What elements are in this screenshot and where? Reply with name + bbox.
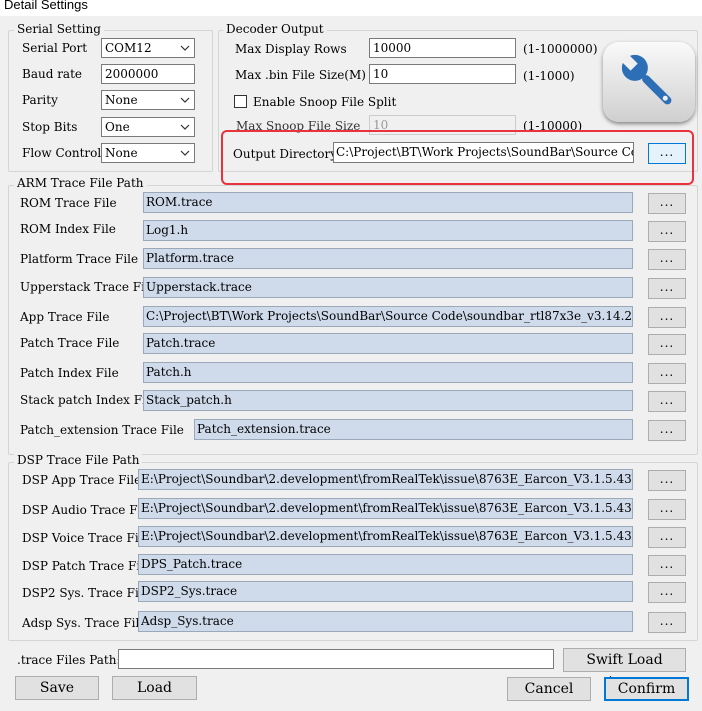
load-button[interactable]: Load <box>112 676 197 700</box>
patch-extension-trace-input[interactable]: Patch_extension.trace <box>194 419 633 440</box>
app-trace-input[interactable]: C:\Project\BT\Work Projects\SoundBar\Sou… <box>143 306 633 327</box>
flow-control-value: None <box>105 146 138 160</box>
baud-rate-input[interactable]: 2000000 <box>101 64 195 84</box>
adsp-sys-trace-label: Adsp Sys. Trace File <box>22 616 147 630</box>
dsp2-sys-trace-input[interactable]: DSP2_Sys.trace <box>138 581 633 602</box>
app-trace-label: App Trace File <box>20 310 110 324</box>
stack-patch-index-browse-button[interactable]: ... <box>648 391 686 412</box>
serial-port-value: COM12 <box>105 41 152 55</box>
dsp-app-trace-browse-button[interactable]: ... <box>648 470 686 491</box>
patch-trace-input[interactable]: Patch.trace <box>143 333 633 354</box>
dsp-audio-trace-label: DSP Audio Trace File <box>22 503 153 517</box>
title-bar <box>0 0 702 16</box>
baud-rate-label: Baud rate <box>22 67 83 81</box>
serial-setting-title: Serial Setting <box>14 22 104 36</box>
adsp-sys-trace-input[interactable]: Adsp_Sys.trace <box>138 611 633 632</box>
patch-trace-browse-button[interactable]: ... <box>648 334 686 355</box>
swift-load-button[interactable]: Swift Load .trace <box>563 648 686 690</box>
stack-patch-index-label: Stack patch Index File <box>20 393 157 407</box>
dsp-audio-trace-browse-button[interactable]: ... <box>648 499 686 520</box>
upperstack-trace-label: Upperstack Trace File <box>20 280 156 294</box>
dsp-app-trace-input[interactable]: E:\Project\Soundbar\2.development\fromRe… <box>138 469 633 490</box>
app-trace-browse-button[interactable]: ... <box>648 307 686 328</box>
patch-extension-trace-browse-button[interactable]: ... <box>648 420 686 441</box>
stop-bits-value: One <box>105 120 130 134</box>
max-bin-size-range: (1-1000) <box>523 69 575 83</box>
stack-patch-index-input[interactable]: Stack_patch.h <box>143 390 633 411</box>
dsp-patch-trace-label: DSP Patch Trace File <box>22 559 152 573</box>
platform-trace-input[interactable]: Platform.trace <box>143 248 633 269</box>
dsp-patch-trace-browse-button[interactable]: ... <box>648 555 686 576</box>
platform-trace-label: Platform Trace File <box>20 252 139 266</box>
dsp2-sys-trace-browse-button[interactable]: ... <box>648 582 686 603</box>
patch-index-label: Patch Index File <box>20 366 119 380</box>
patch-index-browse-button[interactable]: ... <box>648 363 686 384</box>
chevron-down-icon <box>180 150 190 156</box>
stop-bits-label: Stop Bits <box>22 120 78 134</box>
rom-trace-browse-button[interactable]: ... <box>648 193 686 214</box>
adsp-sys-trace-browse-button[interactable]: ... <box>648 612 686 633</box>
patch-extension-trace-label: Patch_extension Trace File <box>20 423 184 437</box>
max-bin-size-label: Max .bin File Size(M) <box>235 68 366 82</box>
flow-control-label: Flow Control <box>22 146 102 160</box>
dsp-audio-trace-input[interactable]: E:\Project\Soundbar\2.development\fromRe… <box>138 498 633 519</box>
max-display-rows-input[interactable]: 10000 <box>369 38 516 58</box>
upperstack-trace-input[interactable]: Upperstack.trace <box>143 277 633 298</box>
patch-index-input[interactable]: Patch.h <box>143 362 633 383</box>
rom-index-browse-button[interactable]: ... <box>648 221 686 242</box>
save-button[interactable]: Save <box>15 676 99 700</box>
cancel-button[interactable]: Cancel <box>507 677 591 701</box>
parity-select[interactable]: None <box>101 90 195 110</box>
dsp-voice-trace-browse-button[interactable]: ... <box>648 527 686 548</box>
rom-trace-label: ROM Trace File <box>20 196 117 210</box>
serial-port-label: Serial Port <box>22 41 88 55</box>
highlight-box <box>221 130 694 185</box>
rom-index-label: ROM Index File <box>20 222 116 236</box>
confirm-button[interactable]: Confirm <box>604 677 689 701</box>
enable-snoop-split-label: Enable Snoop File Split <box>253 95 397 109</box>
trace-files-path-label: .trace Files Path: <box>17 653 121 667</box>
max-bin-size-input[interactable]: 10 <box>369 64 516 84</box>
parity-label: Parity <box>22 93 58 107</box>
rom-index-input[interactable]: Log1.h <box>143 220 633 241</box>
chevron-down-icon <box>180 45 190 51</box>
serial-port-select[interactable]: COM12 <box>101 38 195 58</box>
window-title: Detail Settings <box>4 0 88 12</box>
dsp-voice-trace-input[interactable]: E:\Project\Soundbar\2.development\fromRe… <box>138 526 633 547</box>
platform-trace-browse-button[interactable]: ... <box>648 249 686 270</box>
max-display-rows-label: Max Display Rows <box>235 42 347 56</box>
dsp-app-trace-label: DSP App Trace File <box>22 473 142 487</box>
arm-trace-title: ARM Trace File Path <box>14 176 147 190</box>
chevron-down-icon <box>180 97 190 103</box>
parity-value: None <box>105 93 138 107</box>
flow-control-select[interactable]: None <box>101 143 195 163</box>
trace-files-path-input[interactable] <box>118 649 554 669</box>
dsp-trace-title: DSP Trace File Path <box>14 453 143 467</box>
decoder-output-title: Decoder Output <box>223 22 327 36</box>
rom-trace-input[interactable]: ROM.trace <box>143 192 633 213</box>
upperstack-trace-browse-button[interactable]: ... <box>648 278 686 299</box>
dsp-voice-trace-label: DSP Voice Trace File <box>22 531 150 545</box>
stop-bits-select[interactable]: One <box>101 117 195 137</box>
enable-snoop-split-checkbox[interactable] <box>234 95 247 108</box>
patch-trace-label: Patch Trace File <box>20 336 120 350</box>
max-display-rows-range: (1-1000000) <box>523 42 598 56</box>
dsp2-sys-trace-label: DSP2 Sys. Trace File <box>22 586 150 600</box>
wrench-icon <box>603 42 695 122</box>
chevron-down-icon <box>180 124 190 130</box>
dsp-patch-trace-input[interactable]: DPS_Patch.trace <box>138 554 633 575</box>
